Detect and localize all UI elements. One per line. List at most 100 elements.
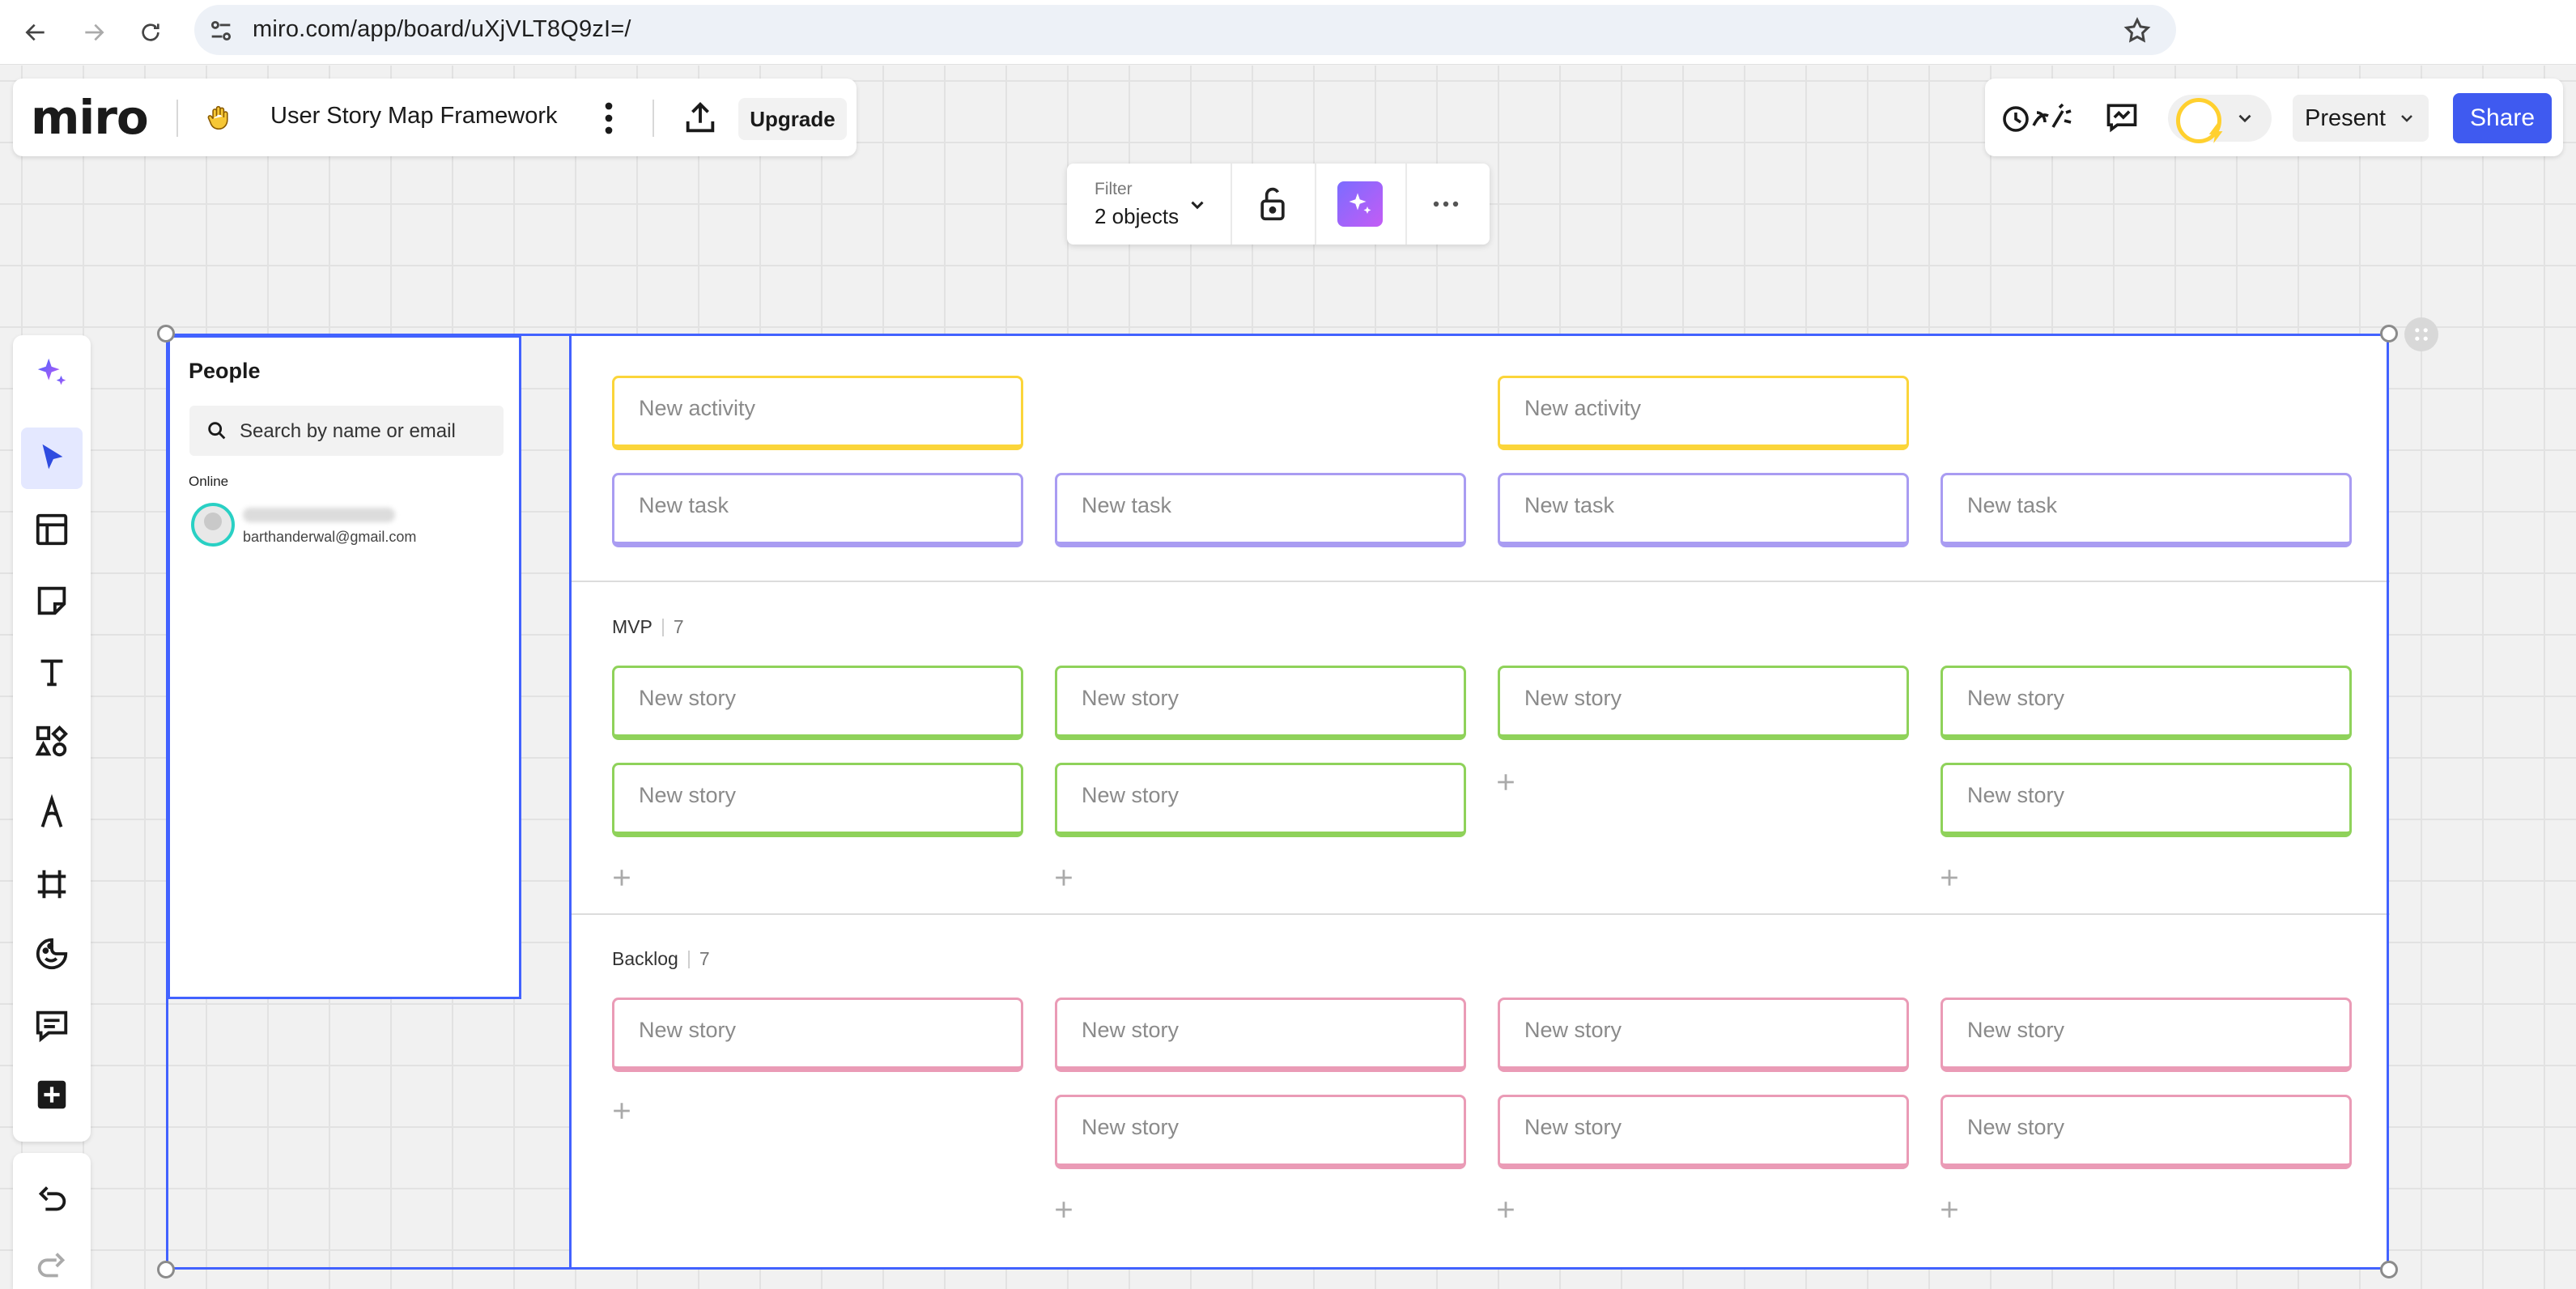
waving-hand-icon xyxy=(207,105,228,130)
add-story-plus-icon[interactable] xyxy=(1494,1198,1517,1221)
mvp-lane-label[interactable]: MVP 7 xyxy=(612,616,684,638)
mvp-story-card[interactable]: New story xyxy=(1055,763,1466,837)
shapes-icon xyxy=(35,725,68,757)
online-user-avatar[interactable] xyxy=(191,503,235,547)
miro-logo[interactable]: miro xyxy=(31,90,149,145)
activity-card[interactable]: New activity xyxy=(1498,376,1909,450)
undo-button[interactable] xyxy=(21,1169,83,1231)
mvp-story-card[interactable]: New story xyxy=(612,666,1023,740)
mvp-story-card[interactable]: New story xyxy=(1498,666,1909,740)
redo-icon xyxy=(37,1253,66,1278)
mvp-story-card[interactable]: New story xyxy=(1055,666,1466,740)
backlog-story-card[interactable]: New story xyxy=(1941,1095,2352,1169)
present-label: Present xyxy=(2305,104,2386,131)
people-panel: People Search by name or email Online ba… xyxy=(168,335,521,999)
pen-tool[interactable] xyxy=(21,782,83,844)
user-avatar-menu[interactable] xyxy=(2168,95,2272,143)
backlog-lane-label[interactable]: Backlog 7 xyxy=(612,948,710,970)
shapes-tool[interactable] xyxy=(21,711,83,772)
comment-tool[interactable] xyxy=(21,994,83,1056)
unlock-icon[interactable] xyxy=(1255,185,1290,223)
resize-handle-top-left[interactable] xyxy=(157,325,175,342)
header-divider xyxy=(653,100,654,137)
resize-handle-bottom-right[interactable] xyxy=(2380,1261,2398,1278)
browser-toolbar: miro.com/app/board/uXjVLT8Q9zI=/ xyxy=(0,0,2576,65)
chevron-down-icon xyxy=(2401,115,2412,122)
mvp-count: 7 xyxy=(673,616,684,637)
resize-handle-bottom-left[interactable] xyxy=(157,1261,175,1278)
add-story-plus-icon[interactable] xyxy=(1938,1198,1961,1221)
stickers-tool[interactable] xyxy=(21,923,83,985)
reload-icon xyxy=(142,23,159,41)
backlog-story-card[interactable]: New story xyxy=(1055,998,1466,1072)
comment-icon xyxy=(36,1010,68,1043)
select-tool[interactable] xyxy=(21,428,83,489)
mvp-story-card[interactable]: New story xyxy=(612,763,1023,837)
add-story-plus-icon[interactable] xyxy=(610,866,633,889)
backlog-story-card[interactable]: New story xyxy=(1498,1095,1909,1169)
forward-button[interactable] xyxy=(71,10,117,55)
text-tool[interactable] xyxy=(21,641,83,703)
mvp-story-card[interactable]: New story xyxy=(1941,763,2352,837)
pen-icon xyxy=(40,794,63,827)
add-story-plus-icon[interactable] xyxy=(610,1100,633,1122)
templates-tool[interactable] xyxy=(21,499,83,560)
people-search-input[interactable]: Search by name or email xyxy=(189,406,504,456)
user-email: barthanderwal@gmail.com xyxy=(243,529,417,545)
stickers-icon xyxy=(36,938,68,970)
more-options-icon[interactable] xyxy=(593,98,625,138)
ai-sparkle-icon xyxy=(37,358,66,385)
address-bar[interactable]: miro.com/app/board/uXjVLT8Q9zI=/ xyxy=(194,5,2176,55)
add-story-plus-icon[interactable] xyxy=(1938,866,1961,889)
add-story-plus-icon[interactable] xyxy=(1052,866,1075,889)
activity-chart-icon[interactable] xyxy=(2103,100,2140,135)
ai-tool[interactable] xyxy=(21,342,83,403)
export-upload-icon[interactable] xyxy=(682,100,719,137)
arrow-right-icon xyxy=(85,23,104,41)
filter-label: Filter xyxy=(1095,180,1133,198)
people-title: People xyxy=(189,359,261,383)
more-horizontal-icon[interactable] xyxy=(1430,191,1462,217)
online-label: Online xyxy=(189,474,229,489)
activity-card[interactable]: New activity xyxy=(612,376,1023,450)
frame-tool[interactable] xyxy=(21,853,83,915)
backlog-story-card[interactable]: New story xyxy=(612,998,1023,1072)
mvp-story-card[interactable]: New story xyxy=(1941,666,2352,740)
creation-toolbar xyxy=(13,335,91,1142)
back-button[interactable] xyxy=(13,10,58,55)
ai-assist-button[interactable] xyxy=(1337,181,1383,227)
lane-divider xyxy=(572,581,2390,582)
share-button[interactable]: Share xyxy=(2453,93,2552,143)
present-button[interactable]: Present xyxy=(2293,95,2429,142)
select-cursor-icon xyxy=(42,444,63,470)
resize-handle-top-right[interactable] xyxy=(2380,325,2398,342)
search-icon xyxy=(208,422,226,440)
history-toolbar xyxy=(13,1153,91,1289)
more-tools-button[interactable] xyxy=(21,1064,83,1125)
move-handle[interactable] xyxy=(2404,317,2438,351)
task-card[interactable]: New task xyxy=(1055,473,1466,547)
lane-divider xyxy=(572,913,2390,915)
url-text[interactable]: miro.com/app/board/uXjVLT8Q9zI=/ xyxy=(253,16,631,43)
task-card[interactable]: New task xyxy=(1941,473,2352,547)
upgrade-button[interactable]: Upgrade xyxy=(738,98,847,140)
task-card[interactable]: New task xyxy=(1498,473,1909,547)
backlog-story-card[interactable]: New story xyxy=(1941,998,2352,1072)
add-story-plus-icon[interactable] xyxy=(1494,771,1517,793)
add-story-plus-icon[interactable] xyxy=(1052,1198,1075,1221)
reactions-icon[interactable] xyxy=(2001,98,2076,137)
backlog-story-card[interactable]: New story xyxy=(1055,1095,1466,1169)
story-map-board[interactable]: New activity New activity New task New t… xyxy=(569,335,2390,1268)
site-settings-icon[interactable] xyxy=(207,17,235,45)
collaboration-toolbar: Present Share xyxy=(1985,79,2563,156)
bookmark-star-icon[interactable] xyxy=(2123,16,2152,45)
backlog-story-card[interactable]: New story xyxy=(1498,998,1909,1072)
reload-button[interactable] xyxy=(128,10,173,55)
backlog-count: 7 xyxy=(699,948,710,969)
redo-button[interactable] xyxy=(21,1236,83,1289)
task-card[interactable]: New task xyxy=(612,473,1023,547)
sticky-note-tool[interactable] xyxy=(21,570,83,632)
ai-sparkle-icon xyxy=(1349,193,1371,214)
board-title[interactable]: User Story Map Framework xyxy=(270,103,558,130)
undo-icon xyxy=(38,1186,66,1211)
